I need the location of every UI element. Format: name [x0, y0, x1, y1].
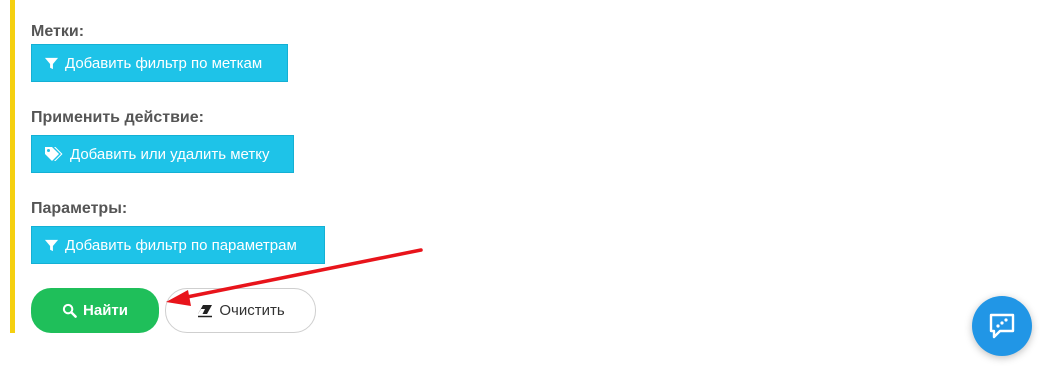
chat-widget-button[interactable]	[972, 296, 1032, 356]
annotation-arrow	[166, 248, 423, 306]
chat-icon	[989, 313, 1015, 339]
